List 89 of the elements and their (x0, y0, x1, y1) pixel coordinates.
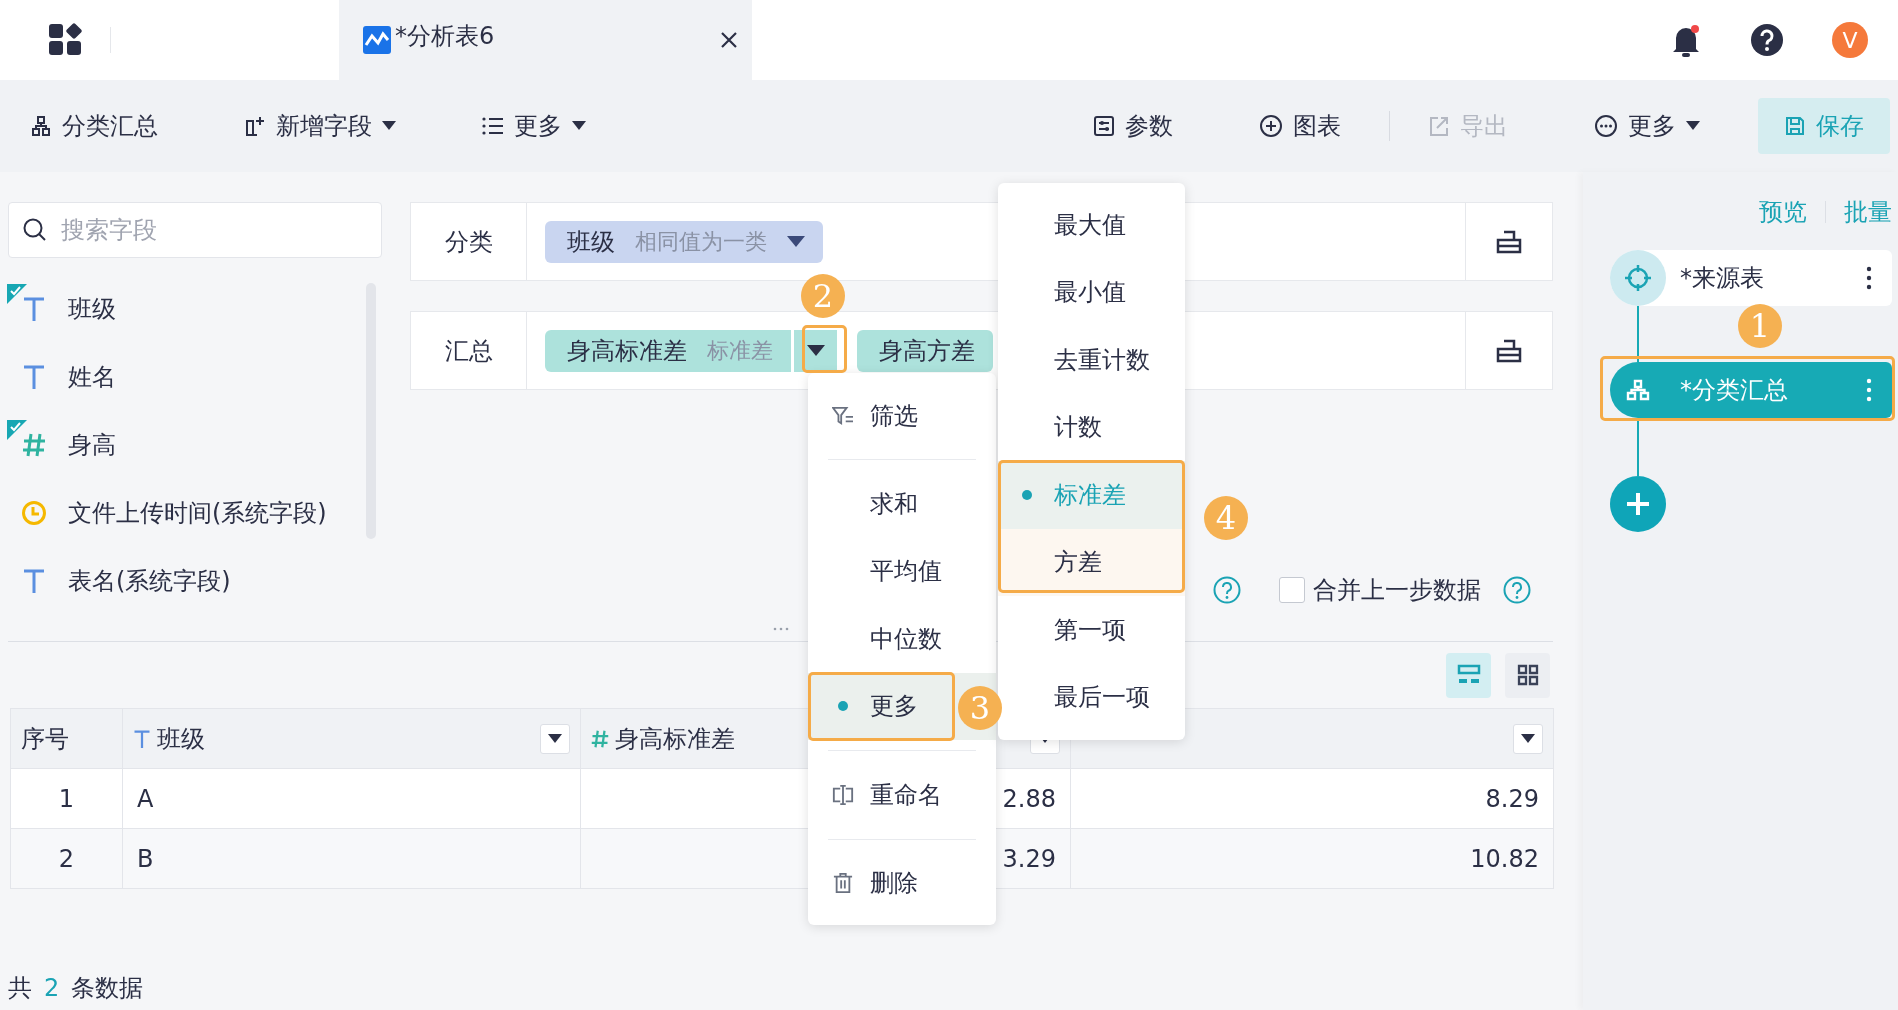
caret-icon (1686, 121, 1700, 131)
menu-item[interactable]: 求和 (808, 470, 996, 538)
grid-icon (1516, 664, 1539, 686)
caret-icon[interactable] (787, 235, 805, 248)
grid-view-button[interactable] (1505, 652, 1550, 698)
list-icon (482, 115, 504, 137)
table-cell: B (122, 828, 581, 889)
export-icon (1428, 115, 1450, 137)
plus-circle-icon (1259, 114, 1283, 138)
table-cell: 10.82 (1070, 828, 1554, 889)
field-name[interactable]: 班级 (68, 293, 116, 325)
caret-icon (1521, 733, 1535, 744)
table-cell: 2 (10, 828, 123, 889)
toolbar-button[interactable]: 图表 (1251, 102, 1349, 150)
highlight-frame (802, 325, 847, 373)
menu-item[interactable]: 最大值 (998, 191, 1185, 259)
trash-icon (833, 872, 853, 895)
column-header[interactable]: 班级 (122, 708, 581, 769)
menu-item[interactable]: 平均值 (808, 537, 996, 605)
menu-item[interactable]: 最小值 (998, 258, 1185, 326)
more-options-icon[interactable] (1866, 266, 1872, 290)
document-tab[interactable]: *分析表6 (339, 0, 752, 80)
caret-icon (382, 121, 396, 131)
connector-line (1637, 306, 1639, 362)
column-filter-button[interactable] (1513, 723, 1543, 754)
clear-icon[interactable] (1496, 229, 1522, 254)
toolbar-button[interactable]: 参数 (1085, 102, 1181, 150)
row-label: 汇总 (411, 312, 527, 389)
toolbar-button[interactable]: 更多 (1586, 102, 1708, 150)
number-type-icon (591, 728, 609, 749)
table-cell: A (122, 768, 581, 829)
apps-icon[interactable] (48, 23, 82, 57)
rows-icon (1456, 664, 1481, 686)
field-chip[interactable]: 身高标准差 标准差 (545, 329, 791, 372)
hierarchy-icon (30, 115, 52, 137)
column-filter-button[interactable] (540, 723, 570, 754)
footer-text: 条数据 (71, 973, 144, 1004)
menu-item[interactable]: 中位数 (808, 605, 996, 673)
filter-icon (832, 406, 854, 426)
menu-item[interactable]: 筛选 (808, 383, 996, 449)
checkbox[interactable] (1279, 577, 1305, 603)
number-type-icon (22, 432, 46, 458)
record-count: 2 (44, 974, 60, 1002)
toolbar-button[interactable]: 新增字段 (236, 102, 404, 150)
field-name[interactable]: 姓名 (68, 361, 116, 393)
add-column-icon (244, 115, 266, 137)
field-name[interactable]: 文件上传时间(系统字段) (68, 497, 327, 529)
text-type-icon (22, 296, 46, 322)
field-chip[interactable]: 班级 相同值为一类 (545, 220, 823, 263)
help-icon[interactable] (1750, 23, 1784, 57)
rename-icon (832, 783, 854, 806)
table-cell: 1 (10, 768, 123, 829)
connector-line (1637, 418, 1639, 476)
menu-item[interactable]: 计数 (998, 393, 1185, 461)
row-label: 分类 (411, 203, 527, 280)
list-view-button[interactable] (1446, 652, 1491, 698)
add-node-button[interactable] (1610, 476, 1666, 532)
selected-dot (1022, 489, 1032, 500)
field-name[interactable]: 身高 (68, 429, 116, 461)
target-icon (1624, 264, 1652, 292)
column-header[interactable]: 序号 (10, 708, 123, 769)
text-type-icon (133, 728, 151, 749)
chart-icon (363, 26, 391, 54)
dropdown-toggle[interactable] (794, 329, 837, 372)
search-field[interactable]: 搜索字段 (8, 202, 382, 258)
resize-handle-icon[interactable] (773, 627, 789, 631)
toolbar-button[interactable]: 分类汇总 (22, 102, 166, 150)
clear-icon[interactable] (1496, 338, 1522, 363)
search-icon (22, 217, 48, 243)
field-chip[interactable]: 身高方差 (857, 329, 993, 372)
caret-icon (806, 344, 825, 357)
caret-icon (548, 733, 562, 744)
menu-item[interactable]: 去重计数 (998, 326, 1185, 394)
save-icon (1784, 115, 1806, 137)
close-icon[interactable] (720, 31, 738, 49)
sliders-icon (1093, 115, 1115, 137)
table-cell: 8.29 (1070, 768, 1554, 829)
selected-dot (838, 701, 848, 712)
plus-icon (1625, 491, 1651, 517)
checkbox-label[interactable]: 合并上一步数据 (1313, 574, 1481, 606)
caret-icon (572, 121, 586, 131)
menu-item[interactable]: 第一项 (998, 596, 1185, 664)
flow-node[interactable]: *来源表 (1610, 250, 1892, 306)
callout-badge: 4 (1204, 496, 1248, 540)
more-icon (1594, 114, 1618, 138)
toolbar-button[interactable]: 更多 (474, 102, 594, 150)
footer-text: 共 (8, 973, 32, 1004)
hierarchy-icon (1626, 379, 1650, 401)
field-name[interactable]: 表名(系统字段) (68, 565, 231, 597)
